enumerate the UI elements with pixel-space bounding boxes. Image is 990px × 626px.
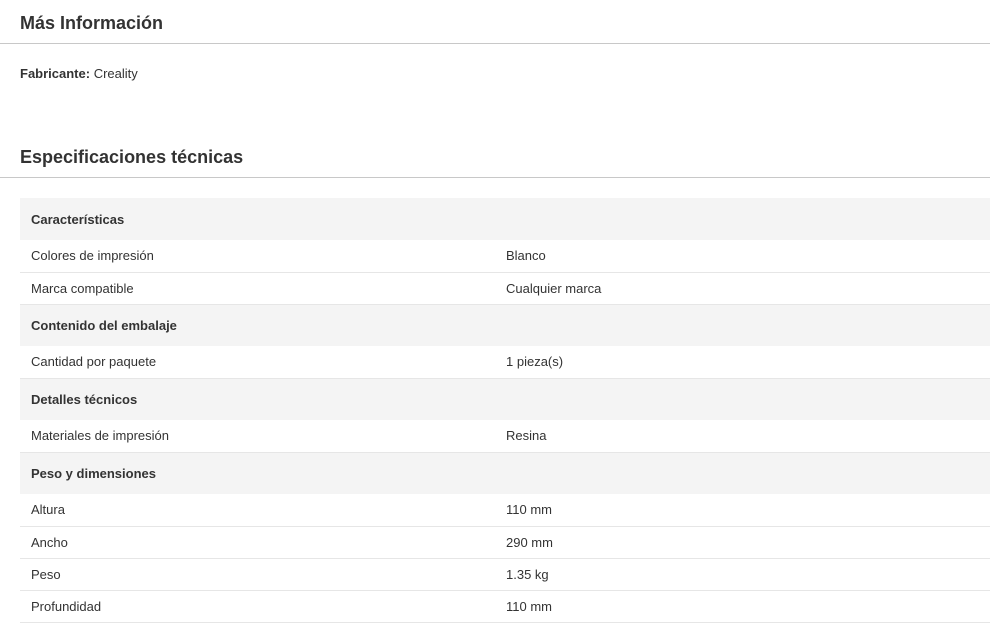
spec-row: Profundidad 110 mm — [20, 590, 990, 623]
spec-group-name: Contenido del embalaje — [20, 304, 990, 346]
spec-row: Cantidad por paquete 1 pieza(s) — [20, 346, 990, 379]
spec-row: Ancho 290 mm — [20, 526, 990, 559]
spec-value: Resina — [495, 420, 990, 453]
spec-value: 110 mm — [495, 590, 990, 623]
more-info-header: Más Información — [0, 0, 990, 44]
spec-group-row: Peso y dimensiones — [20, 452, 990, 494]
spec-value: 110 mm — [495, 494, 990, 527]
product-details-page: Más Información Fabricante: Creality Esp… — [0, 0, 990, 626]
spec-label: Profundidad — [20, 590, 495, 623]
spec-row: Marca compatible Cualquier marca — [20, 272, 990, 305]
spec-label: Materiales de impresión — [20, 420, 495, 453]
spec-value: 1 pieza(s) — [495, 346, 990, 379]
spec-label: Ancho — [20, 526, 495, 559]
spec-group-name: Características — [20, 198, 990, 240]
spec-group-row: Características — [20, 198, 990, 240]
manufacturer-label: Fabricante: — [20, 66, 91, 81]
spec-value: 1.35 kg — [495, 558, 990, 591]
spec-label: Marca compatible — [20, 272, 495, 305]
specs-table: Características Colores de impresión Bla… — [20, 198, 990, 623]
spec-value: 290 mm — [495, 526, 990, 559]
manufacturer-line: Fabricante: Creality — [20, 66, 138, 82]
specs-header: Especificaciones técnicas — [0, 134, 990, 178]
spec-label: Altura — [20, 494, 495, 527]
spec-label: Colores de impresión — [20, 240, 495, 273]
manufacturer-value: Creality — [93, 66, 138, 81]
spec-value: Cualquier marca — [495, 272, 990, 305]
spec-value: Blanco — [495, 240, 990, 273]
spec-row: Peso 1.35 kg — [20, 558, 990, 591]
more-info-title: Más Información — [20, 13, 164, 33]
spec-group-name: Detalles técnicos — [20, 378, 990, 420]
spec-group-row: Detalles técnicos — [20, 378, 990, 420]
spec-row: Colores de impresión Blanco — [20, 240, 990, 273]
spec-group-name: Peso y dimensiones — [20, 452, 990, 494]
spec-label: Peso — [20, 558, 495, 591]
spec-group-row: Contenido del embalaje — [20, 304, 990, 346]
specs-title: Especificaciones técnicas — [20, 147, 244, 167]
spec-label: Cantidad por paquete — [20, 346, 495, 379]
spec-row: Altura 110 mm — [20, 494, 990, 527]
spec-row: Materiales de impresión Resina — [20, 420, 990, 453]
